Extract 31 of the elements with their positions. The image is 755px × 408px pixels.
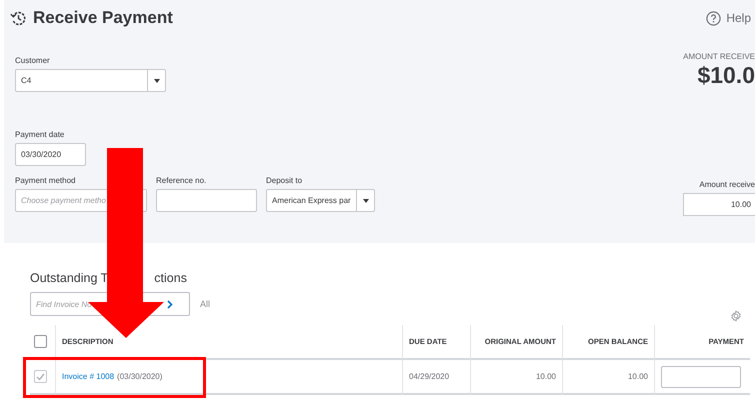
deposit-select[interactable]: American Express par xyxy=(266,189,375,212)
table-cell: 10.00 xyxy=(470,360,562,395)
amount-total: $10.0 xyxy=(697,62,755,89)
caret-icon xyxy=(362,198,368,202)
reference-field[interactable] xyxy=(156,189,257,212)
help-link[interactable]: Help xyxy=(706,8,755,28)
field-label: Reference no. xyxy=(156,176,208,185)
page-title: Receive Payment xyxy=(33,8,173,28)
chevron-icon xyxy=(167,300,173,308)
field-label: Customer xyxy=(15,56,51,65)
settings-icon[interactable] xyxy=(730,310,742,322)
field-label: Deposit to xyxy=(266,176,304,185)
invoice-date: (03/30/2020) xyxy=(117,372,162,381)
field-label: Amount receive xyxy=(699,180,755,189)
caret-icon xyxy=(154,78,160,82)
row-checkbox[interactable] xyxy=(34,370,47,383)
invoice-link[interactable]: Invoice # 1008 xyxy=(62,372,114,381)
help-icon xyxy=(706,10,722,26)
table-cell: 04/29/2020 xyxy=(402,360,470,395)
filter-label[interactable]: All xyxy=(200,299,210,309)
amount-label: AMOUNT RECEIVE xyxy=(683,52,755,61)
select-all-checkbox[interactable] xyxy=(34,335,47,348)
field-label: Payment method xyxy=(15,176,76,185)
amount-field[interactable]: 10.00 xyxy=(683,193,755,216)
field-label: Payment date xyxy=(15,130,66,139)
section-title: ctions xyxy=(154,271,187,285)
date-field[interactable]: 03/30/2020 xyxy=(15,143,86,166)
history-icon xyxy=(10,10,27,26)
payment-field[interactable] xyxy=(661,366,741,388)
table-cell: 10.00 xyxy=(562,360,654,395)
customer-select[interactable]: C4 xyxy=(15,69,166,92)
